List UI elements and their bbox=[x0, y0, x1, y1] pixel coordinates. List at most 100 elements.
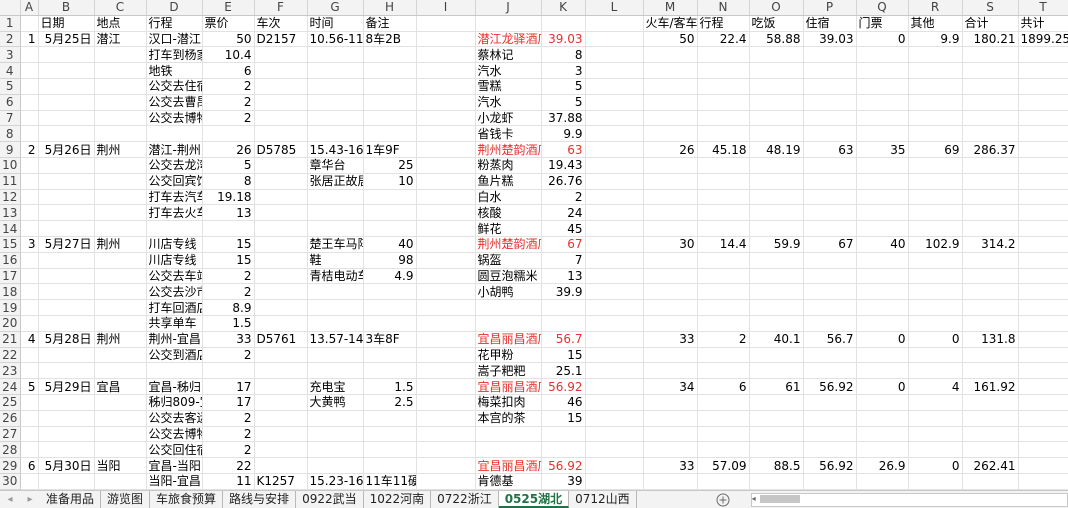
grid-cell[interactable]: 0 bbox=[856, 331, 909, 348]
grid-cell[interactable]: 宜昌丽昌酒店 bbox=[475, 331, 542, 348]
grid-cell[interactable] bbox=[416, 378, 476, 395]
grid-cell[interactable] bbox=[803, 220, 857, 237]
grid-cell[interactable] bbox=[94, 315, 147, 332]
grid-cell[interactable] bbox=[856, 62, 909, 79]
grid-cell[interactable] bbox=[307, 204, 364, 222]
grid-cell[interactable] bbox=[416, 299, 476, 316]
grid-cell[interactable]: 潜江龙驿酒店 bbox=[475, 31, 542, 48]
grid-cell[interactable]: 1 bbox=[20, 31, 39, 48]
grid-cell[interactable] bbox=[643, 220, 698, 237]
grid-cell[interactable] bbox=[856, 283, 909, 301]
grid-cell[interactable]: 3车8F bbox=[363, 331, 417, 348]
grid-cell[interactable]: 蔡林记 bbox=[475, 46, 542, 64]
grid-cell[interactable] bbox=[94, 268, 147, 285]
grid-cell[interactable]: 56.7 bbox=[803, 331, 857, 348]
grid-cell[interactable]: 56.92 bbox=[541, 457, 586, 474]
grid-cell[interactable] bbox=[749, 46, 804, 64]
grid-cell[interactable] bbox=[908, 157, 963, 174]
grid-cell[interactable]: 61 bbox=[749, 378, 804, 395]
grid-cell[interactable] bbox=[416, 110, 476, 127]
row-header[interactable]: 15 bbox=[0, 236, 21, 253]
row-header[interactable]: 3 bbox=[0, 46, 21, 64]
grid-cell[interactable] bbox=[856, 394, 909, 411]
grid-cell[interactable]: 大黄鸭 bbox=[307, 394, 364, 411]
grid-cell[interactable] bbox=[254, 252, 308, 269]
grid-cell[interactable] bbox=[94, 189, 147, 206]
grid-cell[interactable]: 公交去龙湾 bbox=[146, 157, 203, 174]
grid-cell[interactable]: 15 bbox=[202, 252, 255, 269]
grid-cell[interactable]: 22.4 bbox=[697, 31, 750, 48]
grid-cell[interactable]: 1899.25 bbox=[1018, 31, 1068, 48]
grid-cell[interactable]: 5月30日 bbox=[38, 457, 95, 474]
row-header[interactable]: 11 bbox=[0, 173, 21, 190]
grid-cell[interactable] bbox=[541, 15, 586, 32]
grid-cell[interactable] bbox=[749, 362, 804, 380]
grid-cell[interactable] bbox=[585, 94, 644, 111]
grid-cell[interactable] bbox=[1018, 410, 1068, 427]
column-header[interactable]: T bbox=[1018, 0, 1068, 16]
column-header[interactable]: O bbox=[749, 0, 804, 16]
grid-cell[interactable]: 1.5 bbox=[363, 378, 417, 395]
grid-cell[interactable]: 4 bbox=[20, 331, 39, 348]
grid-cell[interactable] bbox=[643, 283, 698, 301]
grid-cell[interactable] bbox=[856, 78, 909, 95]
row-header[interactable]: 20 bbox=[0, 315, 21, 332]
grid-cell[interactable] bbox=[20, 283, 39, 301]
grid-cell[interactable] bbox=[585, 173, 644, 190]
grid-cell[interactable] bbox=[585, 299, 644, 316]
grid-cell[interactable] bbox=[749, 441, 804, 459]
grid-cell[interactable] bbox=[962, 204, 1019, 222]
grid-cell[interactable] bbox=[749, 173, 804, 190]
grid-cell[interactable]: 33 bbox=[643, 457, 698, 474]
grid-cell[interactable] bbox=[475, 426, 542, 443]
grid-cell[interactable]: D5761 bbox=[254, 331, 308, 348]
grid-cell[interactable]: 打车到杨家 bbox=[146, 46, 203, 64]
grid-cell[interactable] bbox=[307, 426, 364, 443]
grid-cell[interactable] bbox=[1018, 173, 1068, 190]
grid-cell[interactable]: 4 bbox=[908, 378, 963, 395]
grid-cell[interactable] bbox=[803, 394, 857, 411]
grid-cell[interactable]: 地铁 bbox=[146, 62, 203, 79]
grid-cell[interactable] bbox=[38, 426, 95, 443]
grid-cell[interactable] bbox=[254, 441, 308, 459]
grid-cell[interactable] bbox=[803, 46, 857, 64]
grid-cell[interactable] bbox=[38, 110, 95, 127]
grid-cell[interactable]: 其他 bbox=[908, 15, 963, 32]
grid-cell[interactable] bbox=[908, 315, 963, 332]
grid-cell[interactable] bbox=[20, 125, 39, 143]
grid-cell[interactable]: 17 bbox=[202, 394, 255, 411]
grid-cell[interactable]: 26 bbox=[202, 141, 255, 158]
grid-cell[interactable]: 39.03 bbox=[803, 31, 857, 48]
grid-cell[interactable] bbox=[803, 62, 857, 79]
grid-cell[interactable] bbox=[962, 94, 1019, 111]
grid-cell[interactable]: 26.76 bbox=[541, 173, 586, 190]
grid-cell[interactable] bbox=[254, 94, 308, 111]
grid-cell[interactable] bbox=[307, 283, 364, 301]
grid-cell[interactable] bbox=[585, 331, 644, 348]
grid-cell[interactable]: 14.4 bbox=[697, 236, 750, 253]
grid-cell[interactable]: 25 bbox=[363, 157, 417, 174]
grid-cell[interactable]: 公交回宾馆 bbox=[146, 173, 203, 190]
grid-cell[interactable] bbox=[94, 94, 147, 111]
grid-cell[interactable] bbox=[585, 236, 644, 253]
grid-cell[interactable] bbox=[585, 426, 644, 443]
row-header[interactable]: 29 bbox=[0, 457, 21, 474]
grid-cell[interactable]: 青桔电动车 bbox=[307, 268, 364, 285]
grid-cell[interactable]: 鞋 bbox=[307, 252, 364, 269]
row-header[interactable]: 26 bbox=[0, 410, 21, 427]
grid-cell[interactable]: 2 bbox=[541, 189, 586, 206]
grid-cell[interactable] bbox=[697, 347, 750, 364]
grid-cell[interactable] bbox=[1018, 78, 1068, 95]
sheet-tab[interactable]: 0922武当 bbox=[296, 491, 364, 508]
grid-cell[interactable] bbox=[363, 78, 417, 95]
column-header[interactable]: A bbox=[20, 0, 39, 16]
grid-cell[interactable]: 2 bbox=[202, 410, 255, 427]
grid-cell[interactable]: 45.18 bbox=[697, 141, 750, 158]
grid-cell[interactable] bbox=[585, 283, 644, 301]
grid-cell[interactable]: 58.88 bbox=[749, 31, 804, 48]
grid-cell[interactable] bbox=[363, 426, 417, 443]
grid-cell[interactable] bbox=[1018, 283, 1068, 301]
grid-cell[interactable]: 2 bbox=[202, 441, 255, 459]
row-header[interactable]: 8 bbox=[0, 125, 21, 143]
grid-cell[interactable] bbox=[697, 410, 750, 427]
